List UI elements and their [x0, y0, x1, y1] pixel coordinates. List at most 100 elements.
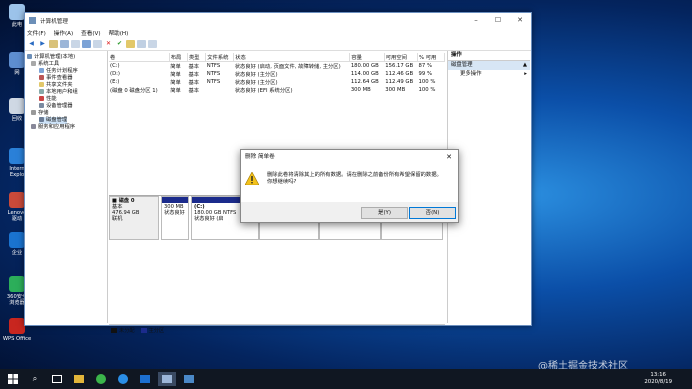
clock-time: 13:16 — [650, 372, 666, 378]
table-cell: (D:) — [110, 71, 120, 77]
tree-item-root[interactable]: 计算机管理(本地) — [27, 54, 75, 61]
table-cell: 100 % — [418, 87, 436, 93]
taskview-icon — [52, 375, 62, 383]
taskbar-app-blue[interactable] — [136, 372, 154, 386]
shortcut-icon — [9, 52, 25, 68]
navigation-tree: 计算机管理(本地) 系统工具 任务计划程序 事件查看器 共享文件夹 本地用户和组… — [25, 51, 108, 323]
dialog-title: 删除 简单卷 — [245, 154, 275, 160]
table-row[interactable]: (D:) 简单 基本 NTFS 状态良好 (主分区) 114.00 GB 112.46 GB… — [109, 70, 445, 78]
column-header[interactable]: 容量 — [349, 53, 385, 62]
tree-item-local-users[interactable]: 本地用户和组 — [39, 89, 78, 96]
shortcut-icon — [9, 276, 25, 292]
computer-management-icon — [162, 375, 172, 383]
table-cell: NTFS — [206, 71, 221, 77]
column-header[interactable]: 可用空间 — [384, 53, 419, 62]
folder-icon — [74, 375, 84, 383]
no-button[interactable]: 否(N) — [409, 207, 456, 219]
table-cell: 112.64 GB — [350, 79, 379, 85]
dialog-close-icon[interactable]: ✕ — [446, 153, 452, 161]
warning-icon — [245, 172, 259, 185]
column-header[interactable]: 类型 — [187, 53, 207, 62]
back-icon[interactable]: ◀ — [27, 40, 36, 48]
column-header[interactable]: 文件系统 — [205, 53, 235, 62]
dialog-message: 删除此卷将清除其上的所有数据。请在删除之前备份所有希望保留的数据。你想继续吗? — [267, 172, 442, 185]
clock[interactable]: 13:16 2020/8/19 — [644, 372, 672, 386]
volume-table: 卷布局 类型 文件系统 状态 容量 可用空间% 可用 (C:) 简单 基本 NTFS 状态良好 (… — [109, 53, 445, 94]
menu-bar: 文件(F) 操作(A) 查看(V) 帮助(H) — [25, 28, 531, 38]
tree-item-system-tools[interactable]: 系统工具 — [31, 61, 59, 68]
folder-icon — [39, 82, 44, 87]
disk-0-info[interactable]: ■ 磁盘 0 基本 476.94 GB 联机 — [109, 196, 159, 240]
legend-primary: 主分区 — [148, 327, 165, 334]
taskbar-app-explorer[interactable] — [70, 372, 88, 386]
computer-icon — [27, 54, 32, 59]
tree-item-device-manager[interactable]: 设备管理器 — [39, 103, 73, 110]
search-button[interactable]: ⌕ — [26, 372, 44, 386]
column-header[interactable]: 状态 — [233, 53, 351, 62]
show-tree-icon[interactable] — [60, 40, 69, 48]
forward-icon[interactable]: ▶ — [38, 40, 47, 48]
maximize-button[interactable]: ☐ — [487, 13, 509, 28]
storage-icon — [31, 110, 36, 115]
tree-item-event-viewer[interactable]: 事件查看器 — [39, 75, 73, 82]
menu-action[interactable]: 操作(A) — [54, 29, 73, 37]
more-actions[interactable]: 更多操作 ▸ — [448, 70, 530, 79]
table-cell: 简单 — [170, 80, 181, 86]
delete-icon[interactable]: ✕ — [104, 40, 113, 48]
minimize-button[interactable]: – — [465, 13, 487, 28]
table-cell: 简单 — [170, 72, 181, 78]
up-icon[interactable] — [49, 40, 58, 48]
menu-file[interactable]: 文件(F) — [27, 29, 46, 37]
actions-section-disk-management[interactable]: 磁盘管理 ▲ — [448, 61, 530, 70]
tree-item-disk-management[interactable]: 磁盘管理 — [39, 117, 68, 124]
table-cell: 112.46 GB — [385, 71, 414, 77]
tree-item-services[interactable]: 服务和应用程序 — [31, 124, 75, 131]
taskbar-app-green[interactable] — [92, 372, 110, 386]
legend-primary-swatch — [140, 327, 147, 333]
tree-item-storage[interactable]: 存储 — [31, 110, 49, 117]
view-icon[interactable] — [148, 40, 157, 48]
properties-icon[interactable] — [71, 40, 80, 48]
menu-help[interactable]: 帮助(H) — [109, 29, 129, 37]
taskbar-app-computer-management[interactable] — [158, 372, 176, 386]
column-header[interactable]: 卷 — [109, 53, 170, 62]
list-icon[interactable] — [93, 40, 102, 48]
table-row[interactable]: (C:) 简单 基本 NTFS 状态良好 (启动, 页面文件, 故障转储, 主分区) 18… — [109, 62, 445, 70]
menu-view[interactable]: 查看(V) — [81, 29, 100, 37]
tree-item-shared-folders[interactable]: 共享文件夹 — [39, 82, 73, 89]
table-cell: 简单 — [170, 64, 181, 70]
shortcut-icon — [9, 148, 25, 164]
table-cell: 状态良好 (主分区) — [234, 80, 278, 86]
taskbar-app-browser[interactable] — [114, 372, 132, 386]
search-icon[interactable] — [137, 40, 146, 48]
tree-item-task-scheduler[interactable]: 任务计划程序 — [39, 68, 78, 75]
table-cell: 180.00 GB — [350, 63, 379, 69]
column-header[interactable]: % 可用 — [417, 53, 445, 62]
actions-header: 操作 — [448, 51, 530, 61]
taskbar-app-other[interactable] — [180, 372, 198, 386]
table-cell: NTFS — [206, 63, 221, 69]
start-button[interactable] — [4, 372, 22, 386]
chevron-right-icon: ▸ — [524, 71, 527, 77]
check-icon[interactable]: ✔ — [115, 40, 124, 48]
open-icon[interactable] — [126, 40, 135, 48]
shortcut-icon — [9, 4, 25, 20]
legend-unallocated-swatch — [111, 327, 117, 333]
table-cell: 基本 — [188, 88, 200, 94]
clock-date: 2020/8/19 — [644, 379, 672, 385]
tree-item-performance[interactable]: 性能 — [39, 96, 57, 103]
device-icon — [39, 103, 44, 108]
column-header[interactable]: 布局 — [169, 53, 188, 62]
table-row[interactable]: (E:) 简单 基本 NTFS 状态良好 (主分区) 112.64 GB 112.49 GB… — [109, 78, 445, 86]
table-cell: 简单 — [170, 88, 181, 94]
taskview-button[interactable] — [48, 372, 66, 386]
close-button[interactable]: ✕ — [509, 13, 531, 28]
yes-button[interactable]: 是(Y) — [361, 207, 408, 219]
app-icon — [184, 375, 194, 383]
table-row[interactable]: (磁盘 0 磁盘分区 1) 简单 基本 状态良好 (EFI 系统分区) 300 MB 30… — [109, 86, 445, 94]
help-icon[interactable] — [82, 40, 91, 48]
table-cell: NTFS — [206, 79, 221, 85]
partition-efi[interactable]: 300 MB 状态良好 — [161, 196, 189, 240]
table-cell: 状态良好 (主分区) — [234, 72, 278, 78]
table-cell: 基本 — [188, 80, 200, 86]
